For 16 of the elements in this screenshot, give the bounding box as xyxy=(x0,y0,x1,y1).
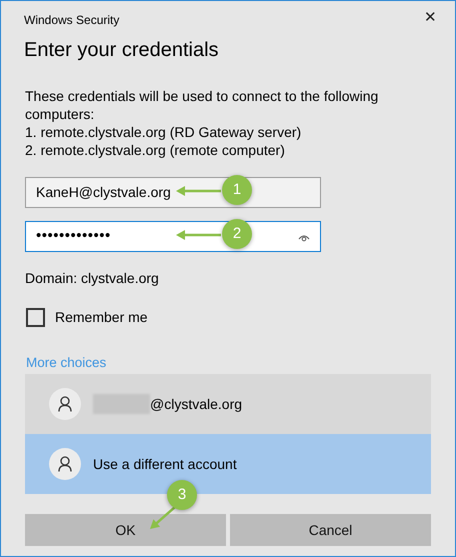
cancel-button[interactable]: Cancel xyxy=(230,514,431,546)
user-icon xyxy=(49,388,81,420)
checkbox-label: Remember me xyxy=(55,308,148,327)
account-label: Use a different account xyxy=(93,454,237,474)
message-text: 1. remote.clystvale.org (RD Gateway server) xyxy=(25,123,302,141)
window-title: Windows Security xyxy=(24,13,120,27)
account-option[interactable]: @clystvale.org xyxy=(25,374,431,434)
domain-text: Domain: clystvale.org xyxy=(25,269,160,288)
dialog-heading: Enter your credentials xyxy=(24,38,220,63)
user-icon xyxy=(49,448,81,480)
ok-button[interactable]: OK xyxy=(25,514,226,546)
remember-checkbox[interactable] xyxy=(26,308,45,327)
close-button[interactable]: ✕ xyxy=(420,7,441,30)
account-email: @clystvale.org xyxy=(150,394,242,414)
message-text: These credentials will be used to connect to the following computers: xyxy=(25,87,380,123)
message-text: 2. remote.clystvale.org (remote computer) xyxy=(25,141,286,159)
